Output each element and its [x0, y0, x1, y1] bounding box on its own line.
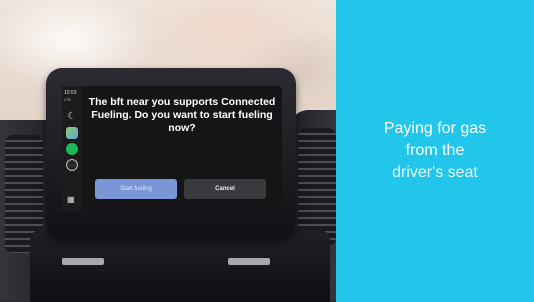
console-control-left: [62, 258, 104, 265]
promo-panel: Paying for gas from the driver's seat: [336, 0, 534, 302]
tagline-line-1: Paying for gas: [383, 120, 487, 137]
tagline-line-2: from the: [405, 142, 465, 159]
carplay-sidebar: 10:53 LTE ☾ ▦: [62, 86, 82, 211]
signal-indicator: LTE: [64, 97, 72, 102]
fueling-prompt: The bft near you supports Connected Fuel…: [88, 96, 276, 134]
car-dashboard-photo: 10:53 LTE ☾ ▦ The bft near you supports …: [0, 0, 336, 302]
moon-icon[interactable]: ☾: [66, 111, 78, 123]
promo-tagline: Paying for gas from the driver's seat: [336, 118, 534, 184]
center-console: [30, 230, 330, 302]
spotify-icon[interactable]: [66, 143, 78, 155]
cancel-button[interactable]: Cancel: [184, 179, 266, 199]
carplay-screen: 10:53 LTE ☾ ▦ The bft near you supports …: [62, 86, 282, 211]
console-control-right: [228, 258, 270, 265]
app-grid-icon[interactable]: ▦: [67, 196, 77, 204]
start-fueling-button[interactable]: Start fueling: [95, 179, 177, 199]
air-vent-right: [298, 128, 336, 246]
fuel-icon[interactable]: [66, 159, 78, 171]
tagline-line-3: driver's seat: [392, 164, 478, 181]
maps-icon[interactable]: [66, 127, 78, 139]
clock: 10:53: [64, 90, 77, 96]
